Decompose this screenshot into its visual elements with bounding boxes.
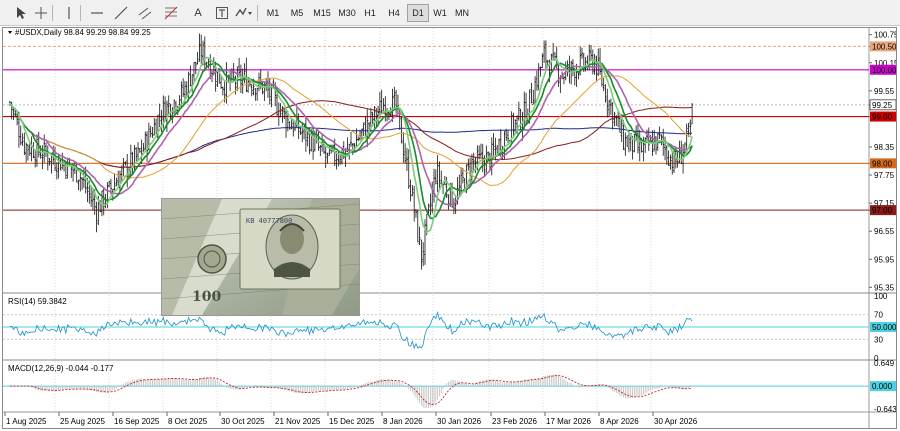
date-label: 15 Dec 2025 (329, 417, 375, 426)
timeframe-m1[interactable]: M1 (262, 4, 284, 22)
terminal-window: AM1M5M15M30H1H4D1W1MN 100.75100.50100.15… (0, 0, 900, 431)
chart-window[interactable]: 100.75100.50100.1599.5599.2599.0098.3598… (2, 27, 897, 429)
fibonacci-icon[interactable] (160, 3, 182, 23)
price-tick-label: 95.35 (874, 283, 895, 292)
toolbar-separator (80, 5, 81, 21)
symbol-info: #USDX,Daily 98.84 99.29 98.84 99.25 (15, 28, 151, 37)
timeframe-w1[interactable]: W1 (430, 4, 450, 22)
date-label: 23 Feb 2026 (492, 417, 537, 426)
crosshair-icon[interactable] (30, 3, 52, 23)
ma-50-line (9, 75, 693, 186)
date-label: 16 Sep 2025 (114, 417, 160, 426)
date-label: 30 Oct 2025 (221, 417, 265, 426)
macd-tick-label: 0.649 (874, 359, 895, 368)
svg-text:KB 40777800: KB 40777800 (246, 217, 292, 225)
macd-tick-label: -0.643 (874, 405, 896, 414)
date-label: 17 Mar 2026 (546, 417, 591, 426)
level-price-label: 99.00 (872, 113, 893, 122)
level-price-label: 100.50 (872, 42, 896, 51)
date-label: 21 Nov 2025 (275, 417, 321, 426)
symbol-arrow-icon (8, 31, 12, 34)
timeframe-m5[interactable]: M5 (286, 4, 308, 22)
drawing-toolbar: A M1 M5 M15 M30 H1 H4 D1 W1 MN (0, 0, 900, 26)
timeframe-d1[interactable]: D1 (407, 4, 429, 22)
price-tick-label: 97.75 (874, 171, 895, 180)
level-price-label: 100.00 (872, 66, 896, 75)
svg-text:100: 100 (192, 289, 221, 305)
price-chart[interactable]: 100.75100.50100.1599.5599.2599.0098.3598… (3, 28, 896, 428)
level-price-label: 97.00 (872, 206, 893, 215)
level-price-label: 99.25 (872, 101, 893, 110)
timeframe-m15[interactable]: M15 (310, 4, 334, 22)
toolbar-separator (52, 5, 53, 21)
shapes-icon[interactable] (233, 3, 255, 23)
rsi-tick-label: 70 (874, 311, 883, 320)
trendline-icon[interactable] (110, 3, 132, 23)
price-tick-label: 95.95 (874, 255, 895, 264)
timeframe-h1[interactable]: H1 (360, 4, 380, 22)
timeframe-h4[interactable]: H4 (383, 4, 405, 22)
rsi-tick-label: 50.000 (872, 323, 896, 332)
rsi-tick-label: 100 (874, 292, 888, 301)
vertical-line-icon[interactable] (58, 3, 80, 23)
price-tick-label: 100.75 (874, 31, 896, 40)
text-label-icon[interactable] (211, 3, 233, 23)
macd-signal-line (9, 375, 693, 405)
text-icon[interactable]: A (187, 3, 209, 23)
date-label: 8 Oct 2025 (168, 417, 208, 426)
date-label: 30 Jan 2026 (437, 417, 482, 426)
rsi-title: RSI(14) 59.3842 (8, 297, 67, 306)
price-tick-label: 96.55 (874, 227, 895, 236)
date-label: 25 Aug 2025 (60, 417, 105, 426)
macd-title: MACD(12,26,9) -0.044 -0.177 (8, 364, 114, 373)
price-tick-label: 98.35 (874, 143, 895, 152)
rsi-line (9, 311, 693, 350)
date-label: 8 Apr 2026 (600, 417, 639, 426)
level-price-label: 98.00 (872, 159, 893, 168)
macd-tick-label: 0.000 (872, 382, 893, 391)
timeframe-m30[interactable]: M30 (335, 4, 359, 22)
date-label: 30 Apr 2026 (654, 417, 698, 426)
date-label: 8 Jan 2026 (383, 417, 423, 426)
cursor-icon[interactable] (10, 3, 32, 23)
date-label: 1 Aug 2025 (6, 417, 47, 426)
horizontal-line-icon[interactable] (86, 3, 108, 23)
rsi-tick-label: 30 (874, 335, 883, 344)
price-tick-label: 99.55 (874, 87, 895, 96)
channel-icon[interactable] (134, 3, 156, 23)
timeframe-mn[interactable]: MN (452, 4, 472, 22)
banknote-photo: KB 40777800 100 (161, 198, 360, 316)
toolbar-separator (257, 5, 258, 21)
